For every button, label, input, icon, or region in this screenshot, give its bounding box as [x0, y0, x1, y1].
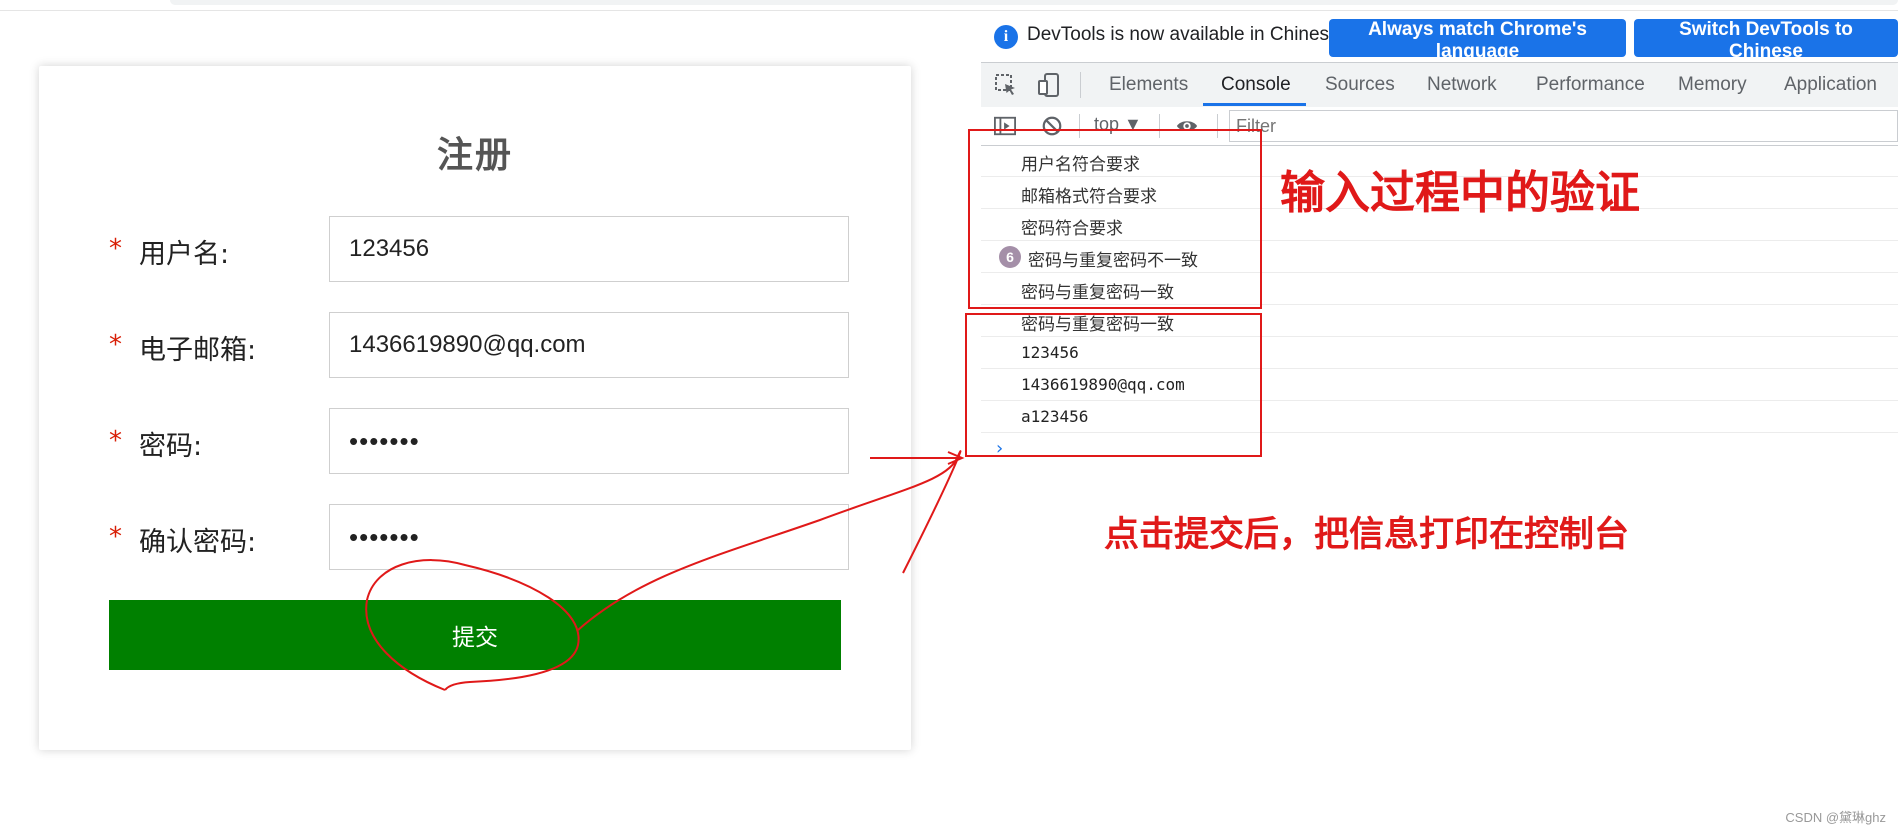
- tab-sources[interactable]: Sources: [1325, 74, 1395, 96]
- infobar-message: DevTools is now available in Chinese!: [1027, 24, 1345, 45]
- tab-console[interactable]: Console: [1221, 74, 1291, 96]
- confirm-password-input[interactable]: [329, 504, 849, 570]
- required-mark: *: [109, 234, 122, 264]
- devtools-tabbar: Elements Console Sources Network Perform…: [981, 62, 1898, 108]
- submit-annotation: 点击提交后，把信息打印在控制台: [1104, 515, 1630, 555]
- username-row: * 用户名:: [109, 216, 881, 284]
- email-row: * 电子邮箱:: [109, 312, 881, 380]
- info-icon: i: [994, 25, 1018, 49]
- inspect-element-icon[interactable]: [994, 73, 1018, 97]
- email-input[interactable]: [329, 312, 849, 378]
- tab-application[interactable]: Application: [1784, 74, 1877, 96]
- language-infobar: i DevTools is now available in Chinese! …: [981, 14, 1898, 62]
- register-card: 注册 * 用户名: * 电子邮箱: * 密码: * 确认密码: 提交: [39, 66, 911, 750]
- password-label: 密码:: [139, 431, 203, 462]
- tab-elements[interactable]: Elements: [1109, 74, 1188, 96]
- confirm-password-label: 确认密码:: [139, 527, 257, 558]
- password-input[interactable]: [329, 408, 849, 474]
- browser-top-strip: [0, 0, 1898, 11]
- submit-output-highlight-box: [965, 313, 1262, 457]
- console-filter-input[interactable]: [1229, 110, 1898, 142]
- required-mark: *: [109, 522, 122, 552]
- validation-annotation: 输入过程中的验证: [1280, 166, 1641, 219]
- username-label: 用户名:: [139, 239, 230, 270]
- required-mark: *: [109, 426, 122, 456]
- validation-highlight-box: [968, 129, 1262, 309]
- email-label: 电子邮箱:: [139, 335, 257, 366]
- username-input[interactable]: [329, 216, 849, 282]
- device-toolbar-icon[interactable]: [1037, 73, 1061, 97]
- tab-memory[interactable]: Memory: [1678, 74, 1747, 96]
- active-tab-indicator: [1203, 103, 1306, 106]
- password-row: * 密码:: [109, 408, 881, 476]
- arrow-head-annotation: [947, 451, 965, 465]
- switch-to-chinese-button[interactable]: Switch DevTools to Chinese: [1634, 19, 1898, 62]
- submit-button[interactable]: 提交: [109, 600, 841, 670]
- browser-tab-strip: [170, 0, 1898, 5]
- tab-network[interactable]: Network: [1427, 74, 1497, 96]
- match-language-button[interactable]: Always match Chrome's language: [1329, 19, 1626, 62]
- toolbar-separator: [1080, 72, 1081, 98]
- required-mark: *: [109, 330, 122, 360]
- csdn-watermark: CSDN @黛琳ghz: [1785, 810, 1886, 825]
- page-title: 注册: [436, 135, 513, 176]
- tab-performance[interactable]: Performance: [1536, 74, 1645, 96]
- confirm-password-row: * 确认密码:: [109, 504, 881, 572]
